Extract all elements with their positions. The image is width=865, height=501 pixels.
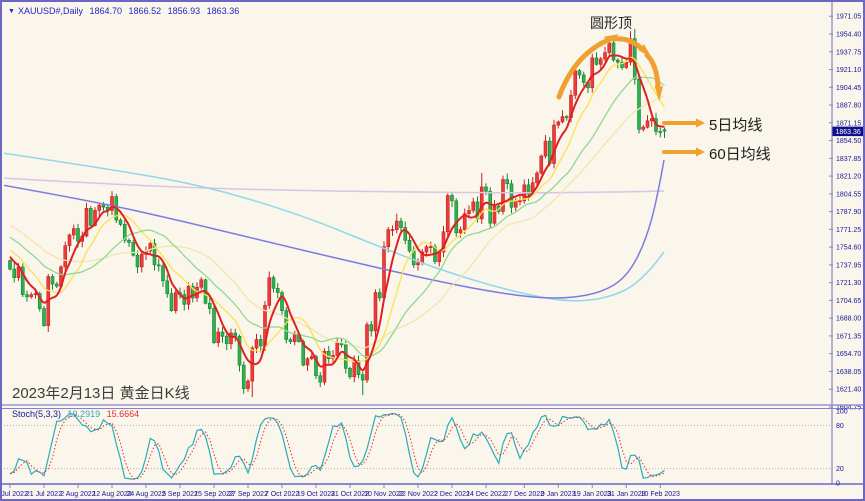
ma5-arrow xyxy=(664,119,705,128)
price-axis-label: 1638.05 xyxy=(836,369,861,376)
stoch-axis-label: 0 xyxy=(836,481,840,488)
price-axis-label: 1688.00 xyxy=(836,316,861,323)
price-axis-label: 1654.70 xyxy=(836,351,861,358)
price-axis-label: 1854.50 xyxy=(836,138,861,145)
annotation-round-top: 圆形顶 xyxy=(590,13,632,33)
date-axis-label: 19 Jan 2023 xyxy=(573,491,612,498)
price-axis-label: 1971.05 xyxy=(836,14,861,21)
date-axis-label: 10 Feb 2023 xyxy=(641,491,680,498)
price-axis-label: 1837.85 xyxy=(836,156,861,163)
symbol-label: XAUUSD#,Daily xyxy=(18,6,83,16)
stoch-d-value: 15.6664 xyxy=(107,409,140,419)
date-axis-label: 19 Oct 2022 xyxy=(297,491,335,498)
stoch-k-line xyxy=(10,413,665,479)
chart-canvas[interactable]: 1971.05 1954.40 1937.75 1921.10 1904.45 1887.… xyxy=(2,2,865,501)
price-axis-label: 1821.20 xyxy=(836,174,861,181)
annotation-ma5: 5日均线 xyxy=(709,114,762,135)
price-axis-label: 1937.75 xyxy=(836,49,861,56)
symbol-dropdown-icon[interactable]: ▼ xyxy=(8,8,15,15)
date-axis-label: 11 Jul 2022 xyxy=(2,491,28,498)
price-axis-label: 1737.95 xyxy=(836,262,861,269)
ohlc-low: 1856.93 xyxy=(168,6,201,16)
date-axis-label: 27 Dec 2022 xyxy=(504,491,544,498)
price-axis-label: 1771.25 xyxy=(836,227,861,234)
date-axis-label: 21 Jul 2022 xyxy=(26,491,62,498)
date-axis-label: 5 Sep 2022 xyxy=(162,491,198,498)
stoch-k-value: 19.2919 xyxy=(68,409,101,419)
price-axis-label: 1904.45 xyxy=(836,85,861,92)
price-axis-label: 1954.40 xyxy=(836,32,861,39)
price-axis-label: 1671.35 xyxy=(836,333,861,340)
price-axis-label: 1804.55 xyxy=(836,191,861,198)
price-axis-label: 1704.65 xyxy=(836,298,861,305)
price-axis-label: 1787.90 xyxy=(836,209,861,216)
date-axis-label: 2 Aug 2022 xyxy=(60,491,96,498)
date-axis-label: 27 Sep 2022 xyxy=(228,491,268,498)
price-axis-label: 1921.10 xyxy=(836,67,861,74)
ma30-line xyxy=(10,96,665,348)
chart-title-bar: ▼XAUUSD#,Daily 1864.70 1866.52 1856.93 1… xyxy=(8,6,243,16)
chart-caption: 2023年2月13日 黄金日K线 xyxy=(12,382,190,403)
ohlc-close: 1863.36 xyxy=(207,6,240,16)
stoch-name: Stoch(5,3,3) xyxy=(12,409,61,419)
stoch-indicator-label: Stoch(5,3,3) 19.2919 15.6664 xyxy=(12,409,139,419)
date-axis-label: 9 Jan 2023 xyxy=(541,491,576,498)
stoch-axis-label: 80 xyxy=(836,423,844,430)
ma250-line xyxy=(2,178,664,193)
stoch-axis-label: 100 xyxy=(836,409,848,416)
date-axis-label: 7 Oct 2022 xyxy=(265,491,299,498)
price-axis-label: 1871.15 xyxy=(836,120,861,127)
price-chart-svg: 1971.05 1954.40 1937.75 1921.10 1904.45 1887.… xyxy=(2,2,865,501)
date-axis-label: 24 Aug 2022 xyxy=(126,491,165,498)
ohlc-high: 1866.52 xyxy=(129,6,162,16)
current-price-value: 1863.36 xyxy=(836,129,861,136)
date-axis-label: 22 Nov 2022 xyxy=(398,491,438,498)
annotation-ma60: 60日均线 xyxy=(709,143,771,164)
ma60-arrow xyxy=(664,148,705,157)
price-axis-label: 1887.80 xyxy=(836,103,861,110)
ohlc-open: 1864.70 xyxy=(89,6,122,16)
stoch-axis-label: 20 xyxy=(836,466,844,473)
ma60-line xyxy=(2,160,664,298)
date-axis-label: 14 Dec 2022 xyxy=(466,491,506,498)
date-axis-label: 2 Dec 2022 xyxy=(434,491,470,498)
price-axis-label: 1754.60 xyxy=(836,245,861,252)
trading-app-window: 1971.05 1954.40 1937.75 1921.10 1904.45 1887.… xyxy=(0,0,865,501)
price-axis-label: 1721.30 xyxy=(836,280,861,287)
price-axis-label: 1621.40 xyxy=(836,387,861,394)
